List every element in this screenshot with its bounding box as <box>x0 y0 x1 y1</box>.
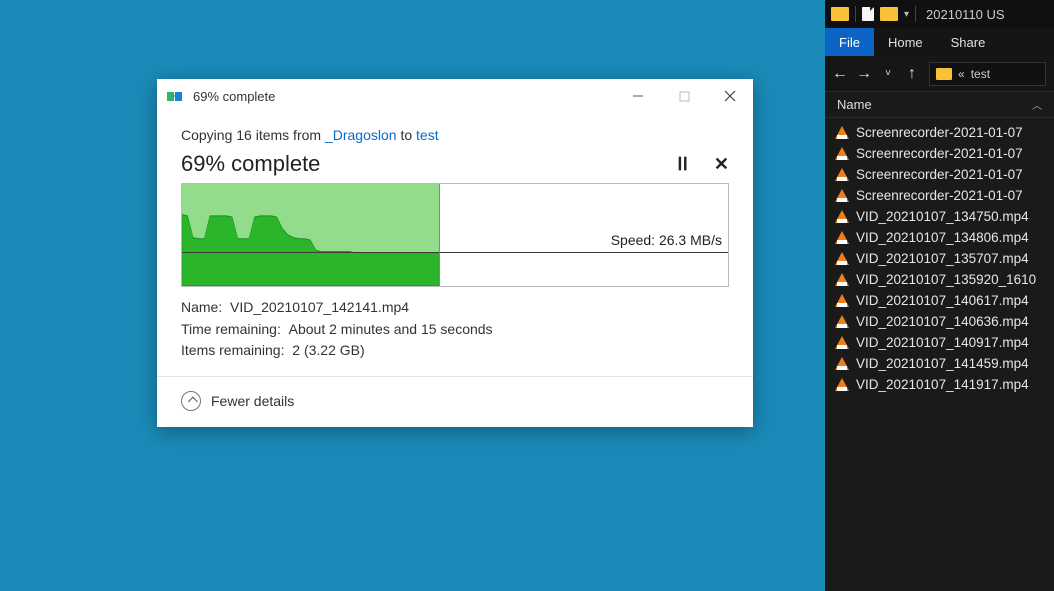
vlc-cone-icon <box>835 378 849 391</box>
file-row[interactable]: Screenrecorder-2021-01-07 <box>825 143 1054 164</box>
explorer-window-title: 20210110 US <box>926 7 1005 22</box>
file-row[interactable]: VID_20210107_135920_1610 <box>825 269 1054 290</box>
file-name: VID_20210107_140917.mp4 <box>856 335 1029 350</box>
file-row[interactable]: Screenrecorder-2021-01-07 <box>825 164 1054 185</box>
file-name: VID_20210107_135920_1610 <box>856 272 1036 287</box>
file-row[interactable]: VID_20210107_135707.mp4 <box>825 248 1054 269</box>
file-row[interactable]: Screenrecorder-2021-01-07 <box>825 185 1054 206</box>
vlc-cone-icon <box>835 147 849 160</box>
folder-icon <box>936 68 952 80</box>
file-row[interactable]: VID_20210107_141459.mp4 <box>825 353 1054 374</box>
forward-button[interactable]: → <box>857 65 871 83</box>
quick-access-toolbar[interactable]: ▾ 20210110 US <box>825 0 1054 28</box>
vlc-cone-icon <box>835 126 849 139</box>
items-label: Items remaining: <box>181 342 284 358</box>
time-label: Time remaining: <box>181 321 281 337</box>
name-label: Name: <box>181 299 222 315</box>
file-name: VID_20210107_134750.mp4 <box>856 209 1029 224</box>
nav-toolbar: ← → ˅ ↑ « test <box>825 56 1054 92</box>
up-button[interactable]: ↑ <box>905 65 919 83</box>
file-name: VID_20210107_135707.mp4 <box>856 251 1029 266</box>
back-button[interactable]: ← <box>833 65 847 83</box>
file-row[interactable]: VID_20210107_140917.mp4 <box>825 332 1054 353</box>
chevron-up-icon <box>181 391 201 411</box>
file-row[interactable]: Screenrecorder-2021-01-07 <box>825 122 1054 143</box>
percent-complete: 69% complete <box>181 151 320 177</box>
file-name: VID_20210107_141459.mp4 <box>856 356 1029 371</box>
vlc-cone-icon <box>835 168 849 181</box>
maximize-button[interactable] <box>661 79 707 113</box>
time-value: About 2 minutes and 15 seconds <box>289 321 493 337</box>
file-row[interactable]: VID_20210107_140617.mp4 <box>825 290 1054 311</box>
window-title: 69% complete <box>193 89 275 104</box>
file-name: VID_20210107_134806.mp4 <box>856 230 1029 245</box>
column-header-name[interactable]: Name ︿ <box>825 92 1054 118</box>
copy-progress-dialog: 69% complete Copying 16 items from _Drag… <box>157 79 753 427</box>
vlc-cone-icon <box>835 357 849 370</box>
progress-divider <box>439 184 440 286</box>
copy-description: Copying 16 items from _Dragoslon to test <box>181 127 729 143</box>
vlc-cone-icon <box>835 252 849 265</box>
column-label: Name <box>837 97 872 112</box>
recent-dropdown[interactable]: ˅ <box>881 68 895 79</box>
file-name: Screenrecorder-2021-01-07 <box>856 125 1023 140</box>
file-row[interactable]: VID_20210107_134806.mp4 <box>825 227 1054 248</box>
sort-caret-icon: ︿ <box>1032 97 1042 112</box>
file-name: VID_20210107_140636.mp4 <box>856 314 1029 329</box>
vlc-cone-icon <box>835 231 849 244</box>
tab-share[interactable]: Share <box>937 28 1000 56</box>
vlc-cone-icon <box>835 336 849 349</box>
file-row[interactable]: VID_20210107_134750.mp4 <box>825 206 1054 227</box>
address-text: test <box>971 67 990 81</box>
items-value: 2 (3.22 GB) <box>292 342 364 358</box>
vlc-cone-icon <box>835 294 849 307</box>
speed-label: Speed: 26.3 MB/s <box>611 232 722 248</box>
file-row[interactable]: VID_20210107_140636.mp4 <box>825 311 1054 332</box>
close-button[interactable] <box>707 79 753 113</box>
folder-icon <box>831 7 849 21</box>
document-icon <box>862 7 874 21</box>
source-link[interactable]: _Dragoslon <box>325 127 397 143</box>
file-name: Screenrecorder-2021-01-07 <box>856 188 1023 203</box>
throughput-curve <box>182 184 439 286</box>
copy-details: Name: VID_20210107_142141.mp4 Time remai… <box>181 297 729 362</box>
name-value: VID_20210107_142141.mp4 <box>230 299 409 315</box>
dest-link[interactable]: test <box>416 127 439 143</box>
vlc-cone-icon <box>835 189 849 202</box>
vlc-cone-icon <box>835 210 849 223</box>
throughput-graph[interactable]: Speed: 26.3 MB/s <box>181 183 729 287</box>
file-explorer: ▾ 20210110 US File Home Share ← → ˅ ↑ « … <box>825 0 1054 591</box>
folder-icon <box>880 7 898 21</box>
vlc-cone-icon <box>835 315 849 328</box>
copy-icon <box>167 89 185 103</box>
address-prefix: « <box>958 67 965 81</box>
tab-home[interactable]: Home <box>874 28 937 56</box>
copy-prefix: Copying 16 items from <box>181 127 325 143</box>
pause-button[interactable]: ⅠⅠ <box>677 154 688 175</box>
details-toggle-label: Fewer details <box>211 393 294 409</box>
fewer-details-toggle[interactable]: Fewer details <box>157 376 753 427</box>
vlc-cone-icon <box>835 273 849 286</box>
tab-file[interactable]: File <box>825 28 874 56</box>
chevron-down-icon[interactable]: ▾ <box>904 9 909 20</box>
file-list: Screenrecorder-2021-01-07 Screenrecorder-… <box>825 118 1054 591</box>
file-name: VID_20210107_141917.mp4 <box>856 377 1029 392</box>
speed-line <box>182 252 728 253</box>
titlebar[interactable]: 69% complete <box>157 79 753 113</box>
address-bar[interactable]: « test <box>929 62 1046 86</box>
file-name: VID_20210107_140617.mp4 <box>856 293 1029 308</box>
file-name: Screenrecorder-2021-01-07 <box>856 167 1023 182</box>
minimize-button[interactable] <box>615 79 661 113</box>
file-name: Screenrecorder-2021-01-07 <box>856 146 1023 161</box>
cancel-button[interactable]: ✕ <box>714 154 729 175</box>
ribbon-tabs: File Home Share <box>825 28 1054 56</box>
file-row[interactable]: VID_20210107_141917.mp4 <box>825 374 1054 395</box>
copy-mid: to <box>397 127 416 143</box>
